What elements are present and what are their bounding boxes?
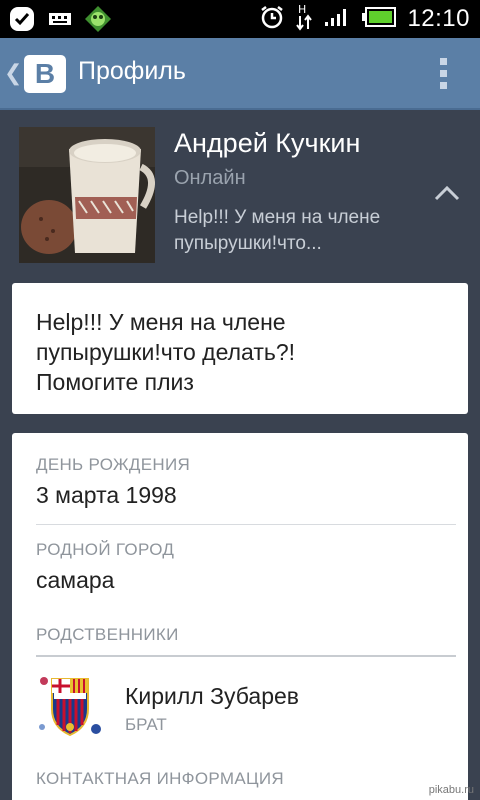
keyboard-icon xyxy=(46,5,74,33)
hometown-value[interactable]: самара xyxy=(36,567,114,594)
overflow-menu-icon[interactable] xyxy=(440,58,448,90)
status-line: Help!!! У меня на члене xyxy=(36,309,286,335)
app-bar: ❮ В Профиль xyxy=(0,38,480,110)
page-title: Профиль xyxy=(78,57,186,85)
watermark: pikabu.ru xyxy=(428,784,474,796)
check-notification-icon xyxy=(8,5,36,33)
clock-time: 12:10 xyxy=(407,5,470,32)
vk-logo[interactable]: В xyxy=(24,55,66,93)
profile-header: Андрей Кучкин Онлайн Help!!! У меня на ч… xyxy=(0,110,480,280)
status-card: Help!!! У меня на члене пупырушки!что де… xyxy=(12,283,468,414)
status-line: Помогите плиз xyxy=(36,369,194,395)
avatar[interactable] xyxy=(19,127,155,263)
battery-icon xyxy=(361,6,397,33)
birthday-label: ДЕНЬ РОЖДЕНИЯ xyxy=(36,455,191,474)
divider xyxy=(36,655,456,657)
back-chevron-icon[interactable]: ❮ xyxy=(4,60,22,86)
online-status: Онлайн xyxy=(174,167,246,189)
status-bar: H 12:10 xyxy=(0,0,480,38)
notification-icons xyxy=(8,5,112,33)
status-preview-line: Help!!! У меня на члене xyxy=(174,207,381,228)
birthday-value: 3 марта 1998 xyxy=(36,482,177,508)
relative-role: БРАТ xyxy=(125,715,167,734)
status-text: Help!!! У меня на члене пупырушки!что де… xyxy=(36,307,446,397)
profile-name: Андрей Кучкин xyxy=(174,128,361,158)
collapse-chevron-icon[interactable] xyxy=(434,185,460,201)
alarm-icon xyxy=(259,4,285,35)
divider xyxy=(36,524,456,525)
svg-text:H: H xyxy=(298,3,306,16)
game-app-icon xyxy=(84,5,112,33)
relatives-label: РОДСТВЕННИКИ xyxy=(36,625,179,644)
relative-avatar[interactable] xyxy=(34,669,106,741)
status-line: пупырушки!что делать?! xyxy=(36,339,296,365)
contacts-label: КОНТАКТНАЯ ИНФОРМАЦИЯ xyxy=(36,769,284,788)
system-icons: H 12:10 xyxy=(259,0,470,38)
relative-name[interactable]: Кирилл Зубарев xyxy=(125,683,299,710)
hometown-label: РОДНОЙ ГОРОД xyxy=(36,540,175,559)
status-preview: Help!!! У меня на члене пупырушки!что... xyxy=(174,205,434,257)
info-card: ДЕНЬ РОЖДЕНИЯ 3 марта 1998 РОДНОЙ ГОРОД … xyxy=(12,433,468,800)
data-transfer-icon: H xyxy=(295,2,313,37)
status-preview-line: пупырушки!что... xyxy=(174,233,322,254)
signal-icon xyxy=(323,6,351,33)
